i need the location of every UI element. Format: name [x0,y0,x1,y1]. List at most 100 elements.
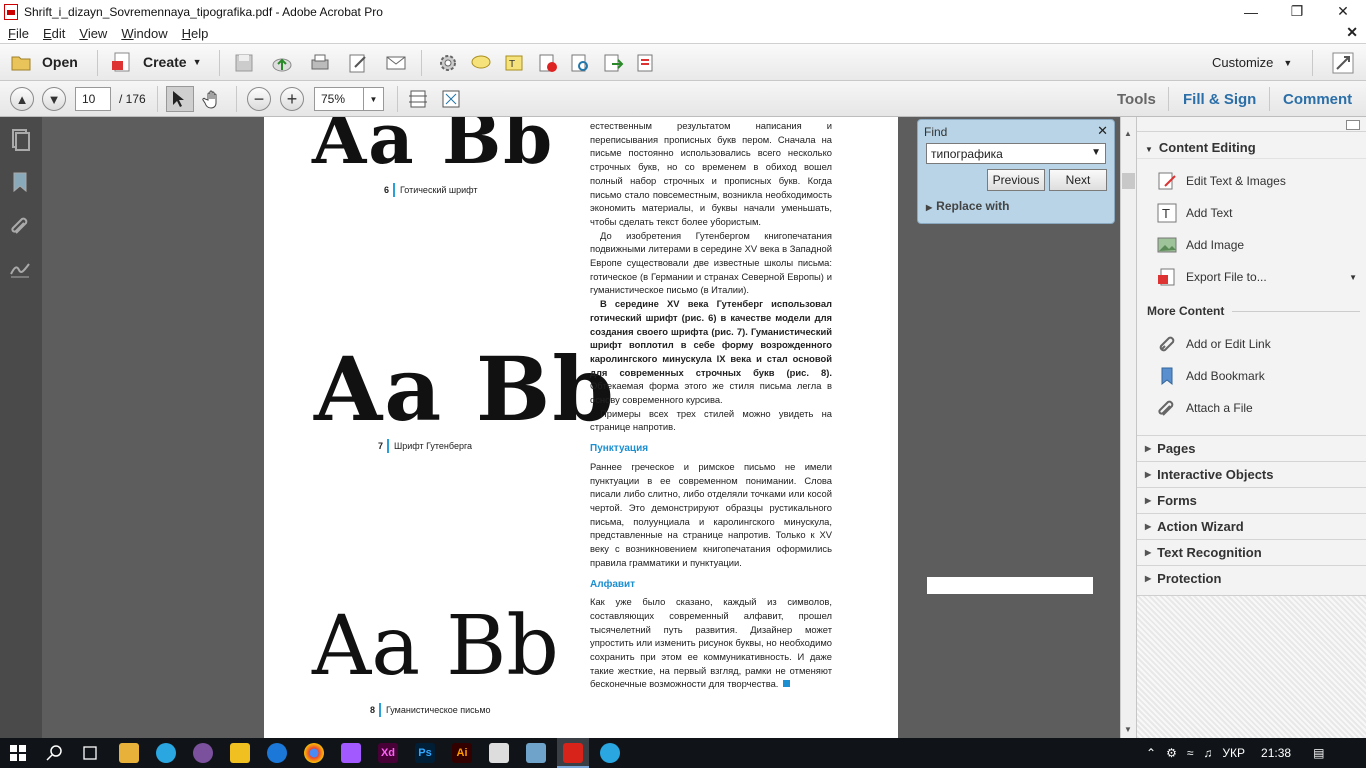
fit-page-icon[interactable] [440,88,462,110]
menu-file[interactable]: File [2,26,35,41]
navigation-toolbar: ▲ ▼ 10 / 176 − + 75% ▼ Tools Fill & Sign… [0,81,1366,117]
language-indicator[interactable]: УКР [1222,746,1245,760]
hand-tool-icon[interactable] [202,88,224,110]
add-bookmark-item[interactable]: Add Bookmark [1157,366,1265,386]
redact-icon[interactable] [537,52,559,74]
figure-7-number: 7 [378,441,384,451]
illustrator-icon[interactable]: Ai [452,743,472,763]
minimize-button[interactable]: — [1228,0,1274,23]
bookmark-icon[interactable] [8,170,32,194]
protection-section[interactable]: Protection [1137,565,1366,591]
attach-file-item[interactable]: Attach a File [1157,398,1253,418]
find-previous-button[interactable]: Previous [987,169,1045,191]
chevron-down-icon[interactable]: ▼ [363,88,383,110]
chevron-down-icon[interactable]: ▼ [1091,147,1101,158]
close-window-button[interactable]: ✕ [1320,0,1366,23]
sticky-app-icon[interactable] [230,743,250,763]
video-editor-icon[interactable] [489,743,509,763]
search-icon[interactable] [46,744,64,762]
fit-width-icon[interactable] [407,88,429,110]
search-document-icon[interactable] [569,52,591,74]
chevron-down-icon: ▼ [1145,145,1153,154]
page-thumbnails-icon[interactable] [8,127,32,151]
close-document-icon[interactable]: ✕ [1346,24,1358,41]
menu-edit[interactable]: Edit [37,26,71,41]
save-icon[interactable] [233,52,255,74]
clock[interactable]: 21:38 [1261,746,1291,760]
zoom-select[interactable]: 75% ▼ [314,87,384,111]
find-next-button[interactable]: Next [1049,169,1107,191]
acrobat-taskbar-button[interactable] [557,738,589,768]
text-recognition-section[interactable]: Text Recognition [1137,539,1366,565]
find-title: Find [924,125,948,139]
form-icon[interactable] [635,52,657,74]
image-viewer-icon[interactable] [526,743,546,763]
signature-icon[interactable] [8,256,32,280]
highlight-icon[interactable]: T [503,52,525,74]
comment-bubble-icon[interactable] [470,52,492,74]
menu-help[interactable]: Help [176,26,215,41]
zoom-out-icon[interactable]: − [247,87,271,111]
task-view-icon[interactable] [81,744,99,762]
next-page-icon[interactable]: ▼ [42,87,66,111]
fullscreen-icon[interactable] [1332,52,1354,74]
upload-cloud-icon[interactable] [271,52,293,74]
edit-text-images-item[interactable]: Edit Text & Images [1157,171,1286,191]
export-arrow-icon[interactable] [602,52,624,74]
notifications-icon[interactable]: ▤ [1313,746,1324,760]
forms-section[interactable]: Forms [1137,487,1366,513]
document-scrollbar[interactable]: ▲ ▼ [1120,117,1136,738]
photoshop-icon[interactable]: Ps [415,743,435,763]
customize-button[interactable]: Customize ▼ [1212,55,1292,70]
adobe-xd-icon[interactable]: Xd [378,743,398,763]
page-number-input[interactable]: 10 [75,87,111,111]
create-button[interactable]: Create ▼ [111,51,202,73]
tab-comment[interactable]: Comment [1283,81,1352,117]
wifi-icon[interactable]: ≈ [1187,746,1194,760]
network-settings-icon[interactable]: ⚙ [1166,746,1177,760]
open-button[interactable]: Open [10,51,78,73]
chevron-down-icon[interactable]: ▼ [1349,273,1357,282]
scroll-up-icon[interactable]: ▲ [1124,129,1132,138]
email-icon[interactable] [385,52,407,74]
paperclip-icon[interactable] [8,213,32,237]
chevron-up-icon[interactable]: ⌃ [1146,746,1156,760]
viber-icon[interactable] [193,743,213,763]
scrollbar-thumb[interactable] [1122,173,1135,189]
telegram-icon[interactable] [156,743,176,763]
edit-document-icon[interactable] [347,52,369,74]
page-total: / 176 [119,92,146,106]
find-search-input[interactable]: типографика ▼ [926,143,1106,164]
pages-section[interactable]: Pages [1137,435,1366,461]
windows-start-icon[interactable] [10,745,26,761]
action-wizard-section[interactable]: Action Wizard [1137,513,1366,539]
restore-button[interactable]: ❐ [1274,0,1320,23]
gear-icon[interactable] [437,52,459,74]
telegram-icon[interactable] [600,743,620,763]
chrome-icon[interactable] [304,743,324,763]
more-content-header: More Content [1137,304,1366,318]
close-icon[interactable]: ✕ [1097,123,1108,139]
print-icon[interactable] [309,52,331,74]
add-link-item[interactable]: Add or Edit Link [1157,334,1271,354]
menu-window[interactable]: Window [115,26,173,41]
interactive-objects-section[interactable]: Interactive Objects [1137,461,1366,487]
volume-icon[interactable]: ♫ [1203,746,1212,760]
replace-with-toggle[interactable]: ▶ Replace with [926,199,1010,213]
figure-6-letters: Aa Bb [312,117,555,180]
figma-icon[interactable] [341,743,361,763]
add-image-item[interactable]: Add Image [1157,235,1244,255]
file-explorer-icon[interactable] [119,743,139,763]
previous-page-icon[interactable]: ▲ [10,87,34,111]
menu-view[interactable]: View [73,26,113,41]
internet-explorer-icon[interactable] [267,743,287,763]
zoom-in-icon[interactable]: + [280,87,304,111]
scroll-down-icon[interactable]: ▼ [1124,725,1132,734]
export-file-item[interactable]: Export File to... ▼ [1157,267,1357,287]
add-text-item[interactable]: T Add Text [1157,203,1232,223]
select-tool-icon[interactable] [166,86,194,112]
content-editing-header[interactable]: ▼ Content Editing [1137,131,1366,159]
tab-fill-sign[interactable]: Fill & Sign [1183,81,1256,117]
tab-tools[interactable]: Tools [1117,81,1156,117]
panel-options-icon[interactable] [1346,120,1360,130]
